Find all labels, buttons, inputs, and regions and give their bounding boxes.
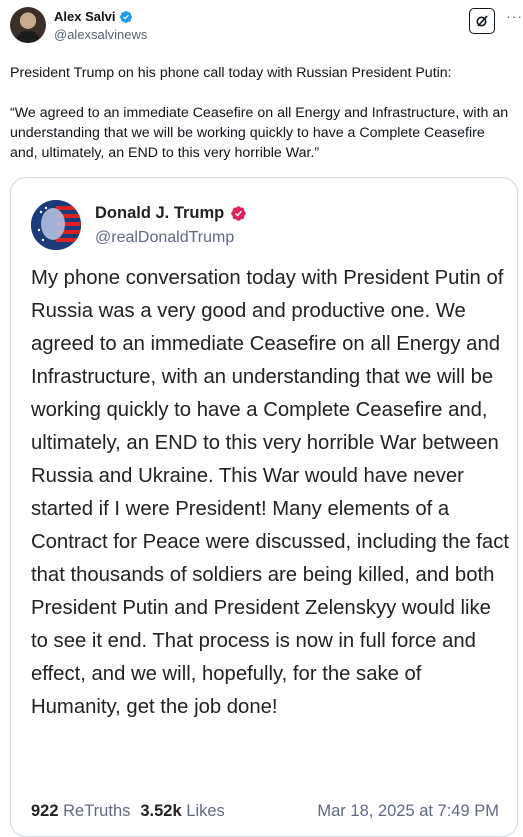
grok-button[interactable] xyxy=(469,8,495,34)
post-paragraph: “We agreed to an immediate Ceasefire on … xyxy=(10,105,509,161)
flag-portrait-image xyxy=(31,200,81,250)
verified-badge-icon xyxy=(120,10,133,23)
engagement-stats: 922 ReTruths 3.52k Likes xyxy=(31,802,225,821)
avatar[interactable] xyxy=(10,7,46,43)
post-text: President Trump on his phone call today … xyxy=(10,63,515,163)
quoted-post[interactable]: Donald J. Trump @realDonaldTrump My phon… xyxy=(10,177,518,837)
quoted-author-name[interactable]: Donald J. Trump xyxy=(95,204,224,223)
retruths-count: 922 xyxy=(31,802,59,820)
author-name-row: Alex Salvi xyxy=(54,9,133,24)
quoted-post-text: My phone conversation today with Preside… xyxy=(31,267,509,718)
more-options-icon[interactable]: ··· xyxy=(506,8,523,24)
post-paragraph: President Trump on his phone call today … xyxy=(10,65,452,81)
likes-label: Likes xyxy=(186,802,225,820)
retruths-label: ReTruths xyxy=(63,802,131,820)
author-name[interactable]: Alex Salvi xyxy=(54,9,115,24)
likes-stat[interactable]: 3.52k Likes xyxy=(140,802,224,821)
quoted-post-date[interactable]: Mar 18, 2025 at 7:49 PM xyxy=(317,802,499,821)
verified-badge-icon xyxy=(231,206,247,221)
quoted-author-handle[interactable]: @realDonaldTrump xyxy=(95,229,234,247)
retruths-stat[interactable]: 922 ReTruths xyxy=(31,802,130,821)
post-header: Alex Salvi @alexsalvinews ··· xyxy=(0,0,523,50)
author-handle[interactable]: @alexsalvinews xyxy=(54,27,147,42)
quoted-avatar[interactable] xyxy=(31,200,81,250)
likes-count: 3.52k xyxy=(140,802,182,820)
grok-icon xyxy=(476,15,488,27)
quoted-author-row: Donald J. Trump xyxy=(95,204,247,223)
